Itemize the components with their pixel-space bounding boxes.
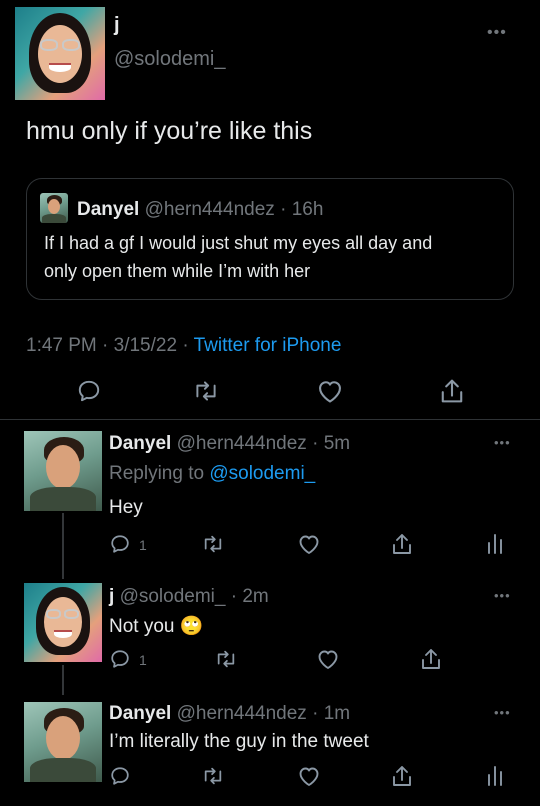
replying-to-link[interactable]: @solodemi_ — [209, 463, 315, 484]
reply-icon[interactable] — [109, 765, 131, 787]
avatar[interactable] — [24, 431, 102, 511]
reply-count: 1 — [139, 537, 147, 553]
more-icon[interactable]: ••• — [494, 589, 511, 602]
share-icon[interactable] — [390, 763, 414, 789]
avatar[interactable] — [24, 583, 102, 662]
heart-icon[interactable] — [297, 533, 321, 555]
quoted-text-line-1: If I had a gf I would just shut my eyes … — [44, 233, 433, 253]
quoted-handle-time: @hern444ndez · 16h — [144, 199, 324, 220]
eye-roll-emoji: 🙄 — [179, 615, 204, 637]
handle-time[interactable]: @hern444ndez · 5m — [177, 433, 351, 454]
author-handle[interactable]: @solodemi_ — [114, 48, 225, 71]
retweet-icon[interactable] — [192, 378, 220, 404]
heart-icon[interactable] — [316, 648, 340, 670]
divider — [0, 419, 540, 420]
retweet-icon[interactable] — [201, 533, 225, 555]
more-icon[interactable]: ••• — [494, 706, 511, 719]
share-icon[interactable] — [419, 646, 443, 672]
quoted-text-line-2: only open them while I’m with her — [44, 261, 311, 281]
timestamp[interactable]: 1:47 PM · 3/15/22 · — [26, 335, 194, 356]
author-name[interactable]: j — [114, 14, 120, 37]
handle-time[interactable]: @solodemi_ · 2m — [120, 586, 269, 607]
avatar[interactable] — [24, 702, 102, 782]
tweet-text: hmu only if you’re like this — [26, 117, 313, 145]
handle-time[interactable]: @hern444ndez · 1m — [177, 703, 351, 724]
client-link[interactable]: Twitter for iPhone — [194, 335, 342, 356]
analytics-icon[interactable] — [486, 531, 504, 555]
more-icon[interactable]: ••• — [494, 436, 511, 449]
avatar — [40, 193, 68, 223]
thread-line — [62, 665, 64, 695]
avatar[interactable] — [15, 7, 105, 100]
reply-text: Hey — [109, 497, 143, 518]
analytics-icon[interactable] — [486, 763, 504, 787]
share-icon[interactable] — [438, 376, 466, 406]
author-name[interactable]: Danyel — [109, 703, 171, 724]
reply-icon[interactable] — [109, 533, 131, 555]
heart-icon[interactable] — [316, 378, 344, 404]
retweet-icon[interactable] — [201, 765, 225, 787]
more-icon[interactable]: ••• — [487, 25, 507, 41]
author-name[interactable]: Danyel — [109, 433, 171, 454]
retweet-icon[interactable] — [214, 648, 238, 670]
reply-icon[interactable] — [76, 378, 102, 404]
share-icon[interactable] — [390, 531, 414, 557]
reply-text: Not you — [109, 616, 175, 637]
replying-to-label: Replying to — [109, 463, 210, 484]
reply-icon[interactable] — [109, 648, 131, 670]
quoted-tweet[interactable]: Danyel @hern444ndez · 16h If I had a gf … — [26, 178, 514, 300]
author-name[interactable]: j — [109, 586, 114, 607]
reply-text: I’m literally the guy in the tweet — [109, 731, 369, 752]
quoted-author-name: Danyel — [77, 199, 140, 220]
heart-icon[interactable] — [297, 765, 321, 787]
thread-line — [62, 513, 64, 579]
reply-count: 1 — [139, 652, 147, 668]
